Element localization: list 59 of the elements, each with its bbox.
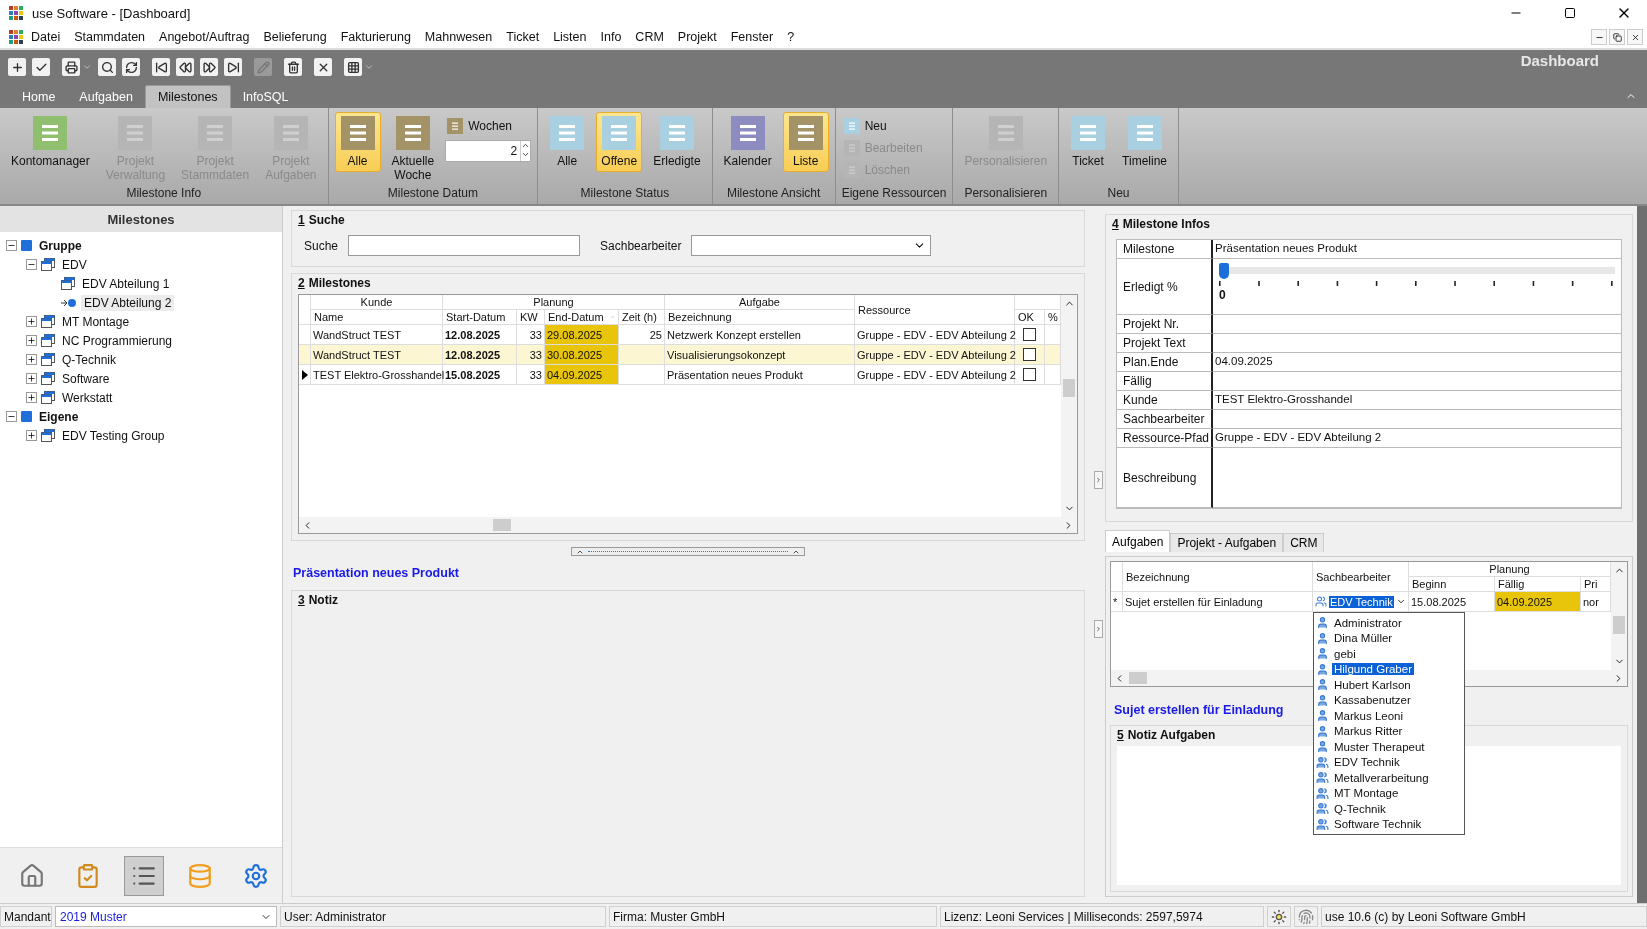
table-cell: 25	[619, 325, 665, 344]
field-value: Präsentation neues Produkt	[1215, 242, 1357, 254]
table-cell: 30.08.2025	[545, 345, 619, 364]
status-version: use 10.6 (c) by Leoni Software GmbH	[1321, 906, 1647, 927]
column-group-header: Kunde	[311, 295, 443, 310]
status-user: User: Administrator	[280, 906, 606, 927]
column-group-header: Aufgabe	[665, 295, 855, 310]
field-value: 04.09.2025	[1215, 355, 1273, 367]
section-title: 1 Suche	[298, 213, 345, 227]
table-cell: Gruppe - EDV - EDV Abteilung 2	[855, 345, 1015, 364]
table-cell: Präsentation neues Produkt	[665, 365, 855, 384]
field-value: Gruppe - EDV - EDV Abteilung 2	[1215, 431, 1382, 443]
table-cell: WandStruct TEST	[311, 325, 443, 344]
panel-title: Milestones	[0, 206, 282, 232]
table-cell: Netzwerk Konzept erstellen	[665, 325, 855, 344]
field-label: Suche	[304, 238, 339, 253]
table-cell: Visualisierungsokonzept	[665, 345, 855, 364]
ribbon-group-title: Milestone Status	[579, 186, 671, 202]
window-title: use Software - [Dashboard]	[32, 5, 192, 21]
table-cell: TEST Elektro-Grosshandel	[311, 365, 443, 384]
view-caption: Dashboard	[1520, 52, 1599, 69]
field-label: Sachbearbeiter	[600, 238, 682, 253]
status-license: Lizenz: Leoni Services | Milliseconds: 2597,5974	[940, 906, 1264, 927]
table-cell: 04.09.2025	[1495, 592, 1581, 611]
field-label: Milestone	[1117, 240, 1213, 259]
table-cell: 04.09.2025	[545, 365, 619, 384]
section-title: 2 Milestones	[298, 276, 371, 290]
field-label: Fällig	[1117, 372, 1213, 391]
status-company: Firma: Muster GmbH	[609, 906, 937, 927]
field-label: Beschreibung	[1117, 448, 1213, 508]
ribbon-group-title: Eigene Ressourcen	[841, 186, 947, 202]
table-cell: 29.08.2025	[545, 325, 619, 344]
ribbon-group-title: Milestone Datum	[386, 186, 479, 202]
ribbon-group-title: Milestone Info	[125, 186, 203, 202]
field-label: Plan.Ende	[1117, 353, 1213, 372]
section-title: 5 Notiz Aufgaben	[1117, 728, 1216, 742]
ribbon-group-title: Neu	[1106, 186, 1131, 202]
status-label: Mandant	[0, 906, 52, 927]
column-group-header: Planung	[443, 295, 665, 310]
section-title: 3 Notiz	[298, 593, 338, 607]
table-cell: Gruppe - EDV - EDV Abteilung 2	[855, 325, 1015, 344]
column-group-header: Planung	[1409, 562, 1611, 577]
field-label: Sachbearbeiter	[1117, 410, 1213, 429]
table-cell: WandStruct TEST	[311, 345, 443, 364]
table-cell: 15.08.2025	[443, 365, 517, 384]
field-label: Ressource-Pfad	[1117, 429, 1213, 448]
ribbon-group-title: Personalisieren	[963, 186, 1049, 202]
ribbon-group-title: Milestone Ansicht	[725, 186, 822, 202]
field-value: TEST Elektro-Grosshandel	[1215, 393, 1353, 405]
table-cell: 12.08.2025	[443, 345, 517, 364]
slider-reading: 0	[1219, 288, 1226, 302]
field-label: Kunde	[1117, 391, 1213, 410]
section-title: 4 Milestone Infos	[1112, 217, 1211, 231]
table-cell: 12.08.2025	[443, 325, 517, 344]
table-cell: Sujet erstellen für Einladung	[1123, 592, 1313, 611]
field-label: Erledigt %	[1117, 259, 1213, 315]
table-cell: Gruppe - EDV - EDV Abteilung 2	[855, 365, 1015, 384]
field-label: Projekt Nr.	[1117, 315, 1213, 334]
field-label: Projekt Text	[1117, 334, 1213, 353]
